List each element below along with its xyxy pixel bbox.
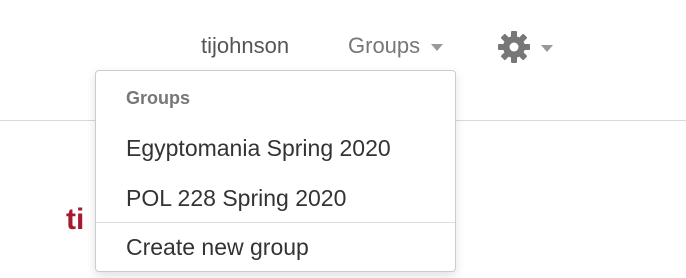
gear-icon [498,31,530,63]
page-title: ti [66,203,85,236]
settings-menu-toggle[interactable] [497,30,553,64]
chevron-down-icon [431,43,444,51]
chevron-down-icon [541,44,553,52]
create-new-group-link[interactable]: Create new group [126,232,309,262]
dropdown-header: Groups [126,88,191,108]
username-link[interactable]: tijohnson [201,32,289,60]
groups-menu-toggle[interactable]: Groups [348,32,444,60]
dropdown-divider [96,222,455,223]
dropdown-item-group[interactable]: POL 228 Spring 2020 [126,183,346,213]
groups-menu-label: Groups [348,33,421,58]
groups-dropdown-menu: Groups Egyptomania Spring 2020 POL 228 S… [95,70,456,272]
dropdown-item-group[interactable]: Egyptomania Spring 2020 [126,133,391,163]
